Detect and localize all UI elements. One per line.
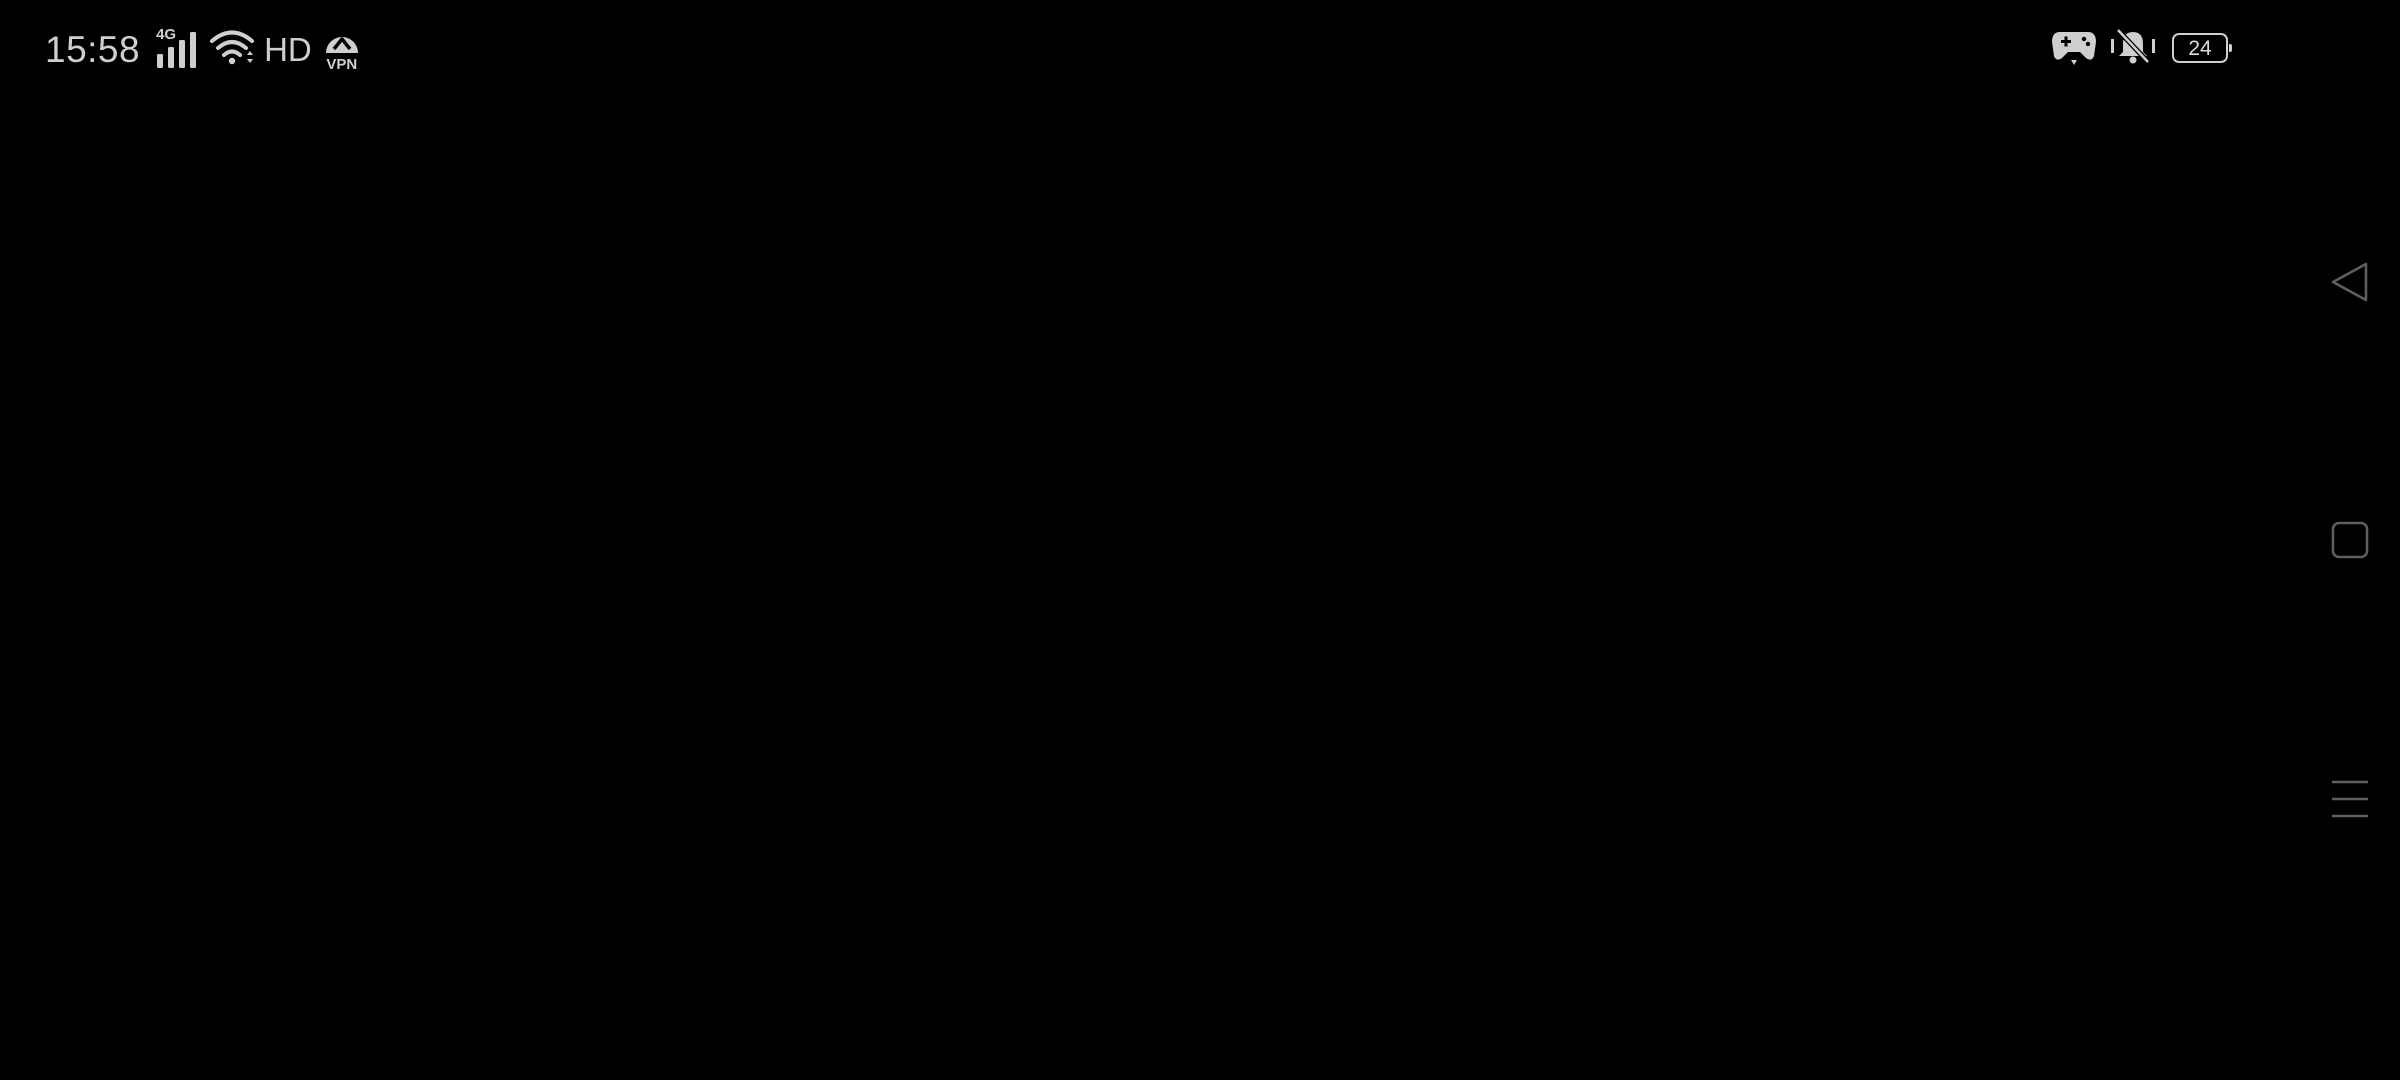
- network-type-label: 4G: [156, 26, 177, 43]
- game-mode-icon: [2050, 26, 2098, 71]
- back-icon: [2331, 262, 2368, 302]
- home-icon: [2331, 521, 2369, 559]
- status-time: 15:58: [45, 29, 141, 70]
- recents-button[interactable]: [2300, 749, 2400, 849]
- wifi-icon: [210, 28, 255, 73]
- home-button[interactable]: [2300, 490, 2400, 590]
- status-bar-right: 24: [2050, 26, 2232, 71]
- hd-indicator: HD: [264, 31, 312, 68]
- mute-vibrate-icon: [2108, 26, 2158, 71]
- battery-icon: 24: [2172, 33, 2232, 63]
- vpn-label: VPN: [326, 56, 358, 73]
- battery-level: 24: [2188, 36, 2212, 60]
- navigation-bar: [2300, 0, 2400, 1080]
- blank-screen: 15:58 4G HD VPN 24: [0, 0, 2400, 1080]
- back-button[interactable]: [2300, 232, 2400, 332]
- signal-icon: 4G: [154, 26, 200, 72]
- vpn-icon: VPN: [322, 27, 362, 73]
- status-bar-left: 15:58 4G HD VPN: [45, 22, 362, 78]
- recents-icon: [2332, 780, 2368, 818]
